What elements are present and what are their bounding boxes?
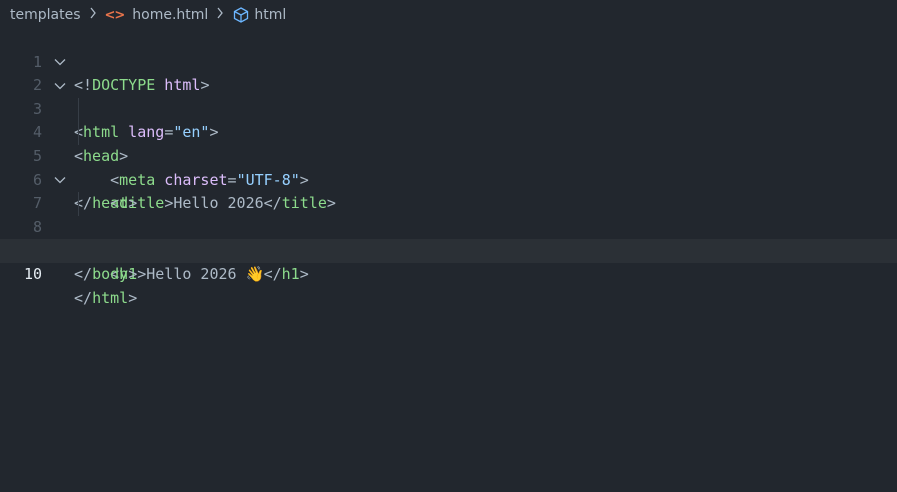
- line-text: </body>: [74, 263, 137, 287]
- token-tag: html: [92, 288, 129, 307]
- breadcrumb-file-label: home.html: [132, 7, 209, 23]
- code-line[interactable]: 4 <meta charset="UTF-8">: [0, 97, 897, 189]
- code-line[interactable]: 2 <html lang="en">: [0, 51, 897, 141]
- token-punctuation: </: [74, 264, 93, 283]
- code-line[interactable]: 7 <body>: [0, 169, 897, 259]
- chevron-right-icon: [216, 7, 224, 23]
- code-line-current[interactable]: 10 </html>: [0, 239, 897, 307]
- fold-chevron-down-icon[interactable]: [52, 169, 68, 193]
- token-tag: h1: [281, 264, 300, 283]
- token-punctuation: >: [137, 264, 147, 283]
- indent-guide: [78, 97, 79, 122]
- token-punctuation: >: [128, 264, 138, 283]
- breadcrumb-symbol[interactable]: html: [232, 6, 286, 24]
- token-tag: body: [92, 264, 129, 283]
- code-line[interactable]: 9 </body>: [0, 216, 897, 283]
- waving-hand-emoji: 👋: [245, 264, 265, 283]
- code-line[interactable]: 3 <head>: [0, 74, 897, 165]
- code-area[interactable]: 1 <!DOCTYPE html> 2 <html lang="en"> 3 <…: [0, 27, 897, 307]
- code-editor[interactable]: templates <> home.html html 1 <!DOCTYPE …: [0, 0, 897, 492]
- breadcrumb-file[interactable]: <> home.html: [105, 7, 209, 23]
- token-text: Hello 2026: [146, 264, 246, 283]
- line-text: </html>: [74, 287, 137, 311]
- code-brackets-icon: <>: [104, 7, 126, 23]
- breadcrumb-symbol-label: html: [254, 7, 287, 23]
- code-line[interactable]: 1 <!DOCTYPE html>: [0, 27, 897, 95]
- cube-icon: [232, 6, 250, 24]
- breadcrumb-folder[interactable]: templates: [10, 7, 81, 23]
- indent-guide: [78, 192, 79, 216]
- token-punctuation: >: [128, 288, 138, 307]
- breadcrumb: templates <> home.html html: [0, 0, 897, 30]
- token-punctuation: </: [263, 264, 282, 283]
- indent-guide: [78, 121, 79, 145]
- code-line[interactable]: 8 <h1>Hello 2026 👋</h1>: [0, 192, 897, 283]
- code-line[interactable]: 5 <title>Hello 2026</title>: [0, 121, 897, 212]
- chevron-right-icon: [89, 7, 97, 23]
- token-punctuation: >: [299, 264, 309, 283]
- fold-chevron-down-icon[interactable]: [52, 74, 68, 98]
- token-punctuation: </: [74, 288, 93, 307]
- fold-chevron-down-icon[interactable]: [52, 51, 68, 75]
- code-line[interactable]: 6 </head>: [0, 145, 897, 213]
- line-number: 10: [23, 264, 42, 283]
